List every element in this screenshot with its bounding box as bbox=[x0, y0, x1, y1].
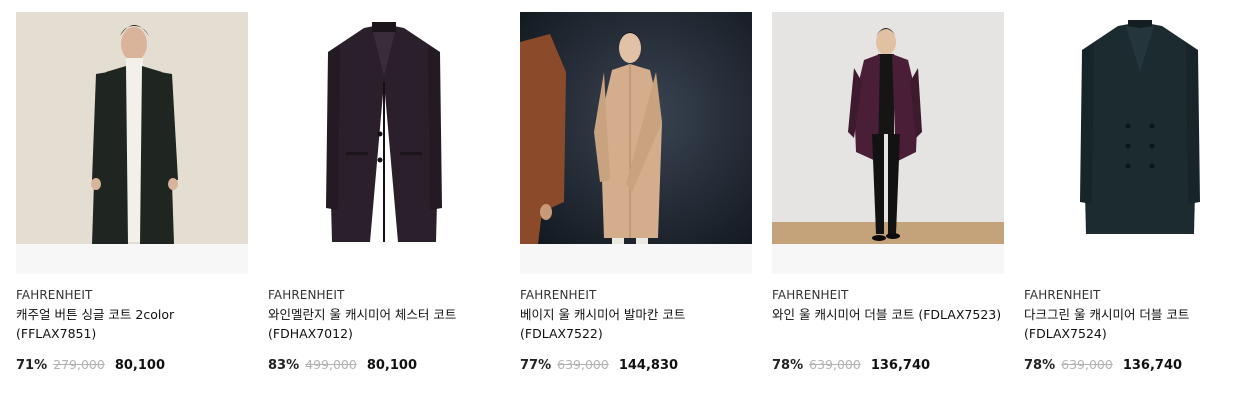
discount-rate: 83% bbox=[268, 358, 300, 373]
model-wine-double-coat-image bbox=[772, 12, 1004, 274]
product-card[interactable]: FAHRENHEIT 와인멜란지 울 캐시미어 체스터 코트 (FDHAX701… bbox=[268, 12, 500, 375]
product-card[interactable]: FAHRENHEIT 캐주얼 버튼 싱글 코트 2color (FFLAX785… bbox=[16, 12, 248, 375]
product-image[interactable] bbox=[16, 12, 248, 274]
discount-rate: 71% bbox=[16, 358, 48, 373]
product-name[interactable]: 캐주얼 버튼 싱글 코트 2color (FFLAX7851) bbox=[16, 305, 248, 343]
dark-green-double-coat-image bbox=[1024, 12, 1243, 274]
sale-price: 136,740 bbox=[1122, 358, 1183, 373]
product-name[interactable]: 베이지 울 캐시미어 발마칸 코트 (FDLAX7522) bbox=[520, 305, 752, 343]
price-row: 71% 279,000 80,100 bbox=[16, 356, 248, 375]
product-brand[interactable]: FAHRENHEIT bbox=[1024, 287, 1243, 304]
sale-price: 80,100 bbox=[366, 358, 417, 373]
product-card[interactable]: FAHRENHEIT 와인 울 캐시미어 더블 코트 (FDLAX7523) 7… bbox=[772, 12, 1004, 375]
price-row: 83% 499,000 80,100 bbox=[268, 356, 500, 375]
original-price: 639,000 bbox=[1061, 357, 1113, 372]
original-price: 499,000 bbox=[305, 357, 357, 372]
price-row: 77% 639,000 144,830 bbox=[520, 356, 752, 375]
price-row: 78% 639,000 136,740 bbox=[1024, 356, 1243, 375]
product-name[interactable]: 와인멜란지 울 캐시미어 체스터 코트 (FDHAX7012) bbox=[268, 305, 500, 343]
sale-price: 144,830 bbox=[618, 358, 679, 373]
wine-chester-coat-image bbox=[268, 12, 500, 274]
original-price: 639,000 bbox=[809, 357, 861, 372]
product-card[interactable]: FAHRENHEIT 다크그린 울 캐시미어 더블 코트 (FDLAX7524)… bbox=[1024, 12, 1243, 375]
product-brand[interactable]: FAHRENHEIT bbox=[520, 287, 752, 304]
product-brand[interactable]: FAHRENHEIT bbox=[268, 287, 500, 304]
original-price: 279,000 bbox=[53, 357, 105, 372]
model-beige-balmacaan-coat-image bbox=[520, 12, 752, 274]
product-image[interactable] bbox=[268, 12, 500, 274]
product-name[interactable]: 다크그린 울 캐시미어 더블 코트 (FDLAX7524) bbox=[1024, 305, 1243, 343]
model-black-single-coat-image bbox=[16, 12, 248, 274]
product-image[interactable] bbox=[772, 12, 1004, 274]
product-image[interactable] bbox=[1024, 12, 1243, 274]
product-card[interactable]: FAHRENHEIT 베이지 울 캐시미어 발마칸 코트 (FDLAX7522)… bbox=[520, 12, 752, 375]
discount-rate: 78% bbox=[772, 358, 804, 373]
sale-price: 80,100 bbox=[114, 358, 165, 373]
discount-rate: 77% bbox=[520, 358, 552, 373]
product-image[interactable] bbox=[520, 12, 752, 274]
product-brand[interactable]: FAHRENHEIT bbox=[772, 287, 1004, 304]
original-price: 639,000 bbox=[557, 357, 609, 372]
discount-rate: 78% bbox=[1024, 358, 1056, 373]
product-grid: FAHRENHEIT 캐주얼 버튼 싱글 코트 2color (FFLAX785… bbox=[16, 12, 1243, 375]
product-name[interactable]: 와인 울 캐시미어 더블 코트 (FDLAX7523) bbox=[772, 305, 1004, 343]
product-brand[interactable]: FAHRENHEIT bbox=[16, 287, 248, 304]
sale-price: 136,740 bbox=[870, 358, 931, 373]
price-row: 78% 639,000 136,740 bbox=[772, 356, 1004, 375]
